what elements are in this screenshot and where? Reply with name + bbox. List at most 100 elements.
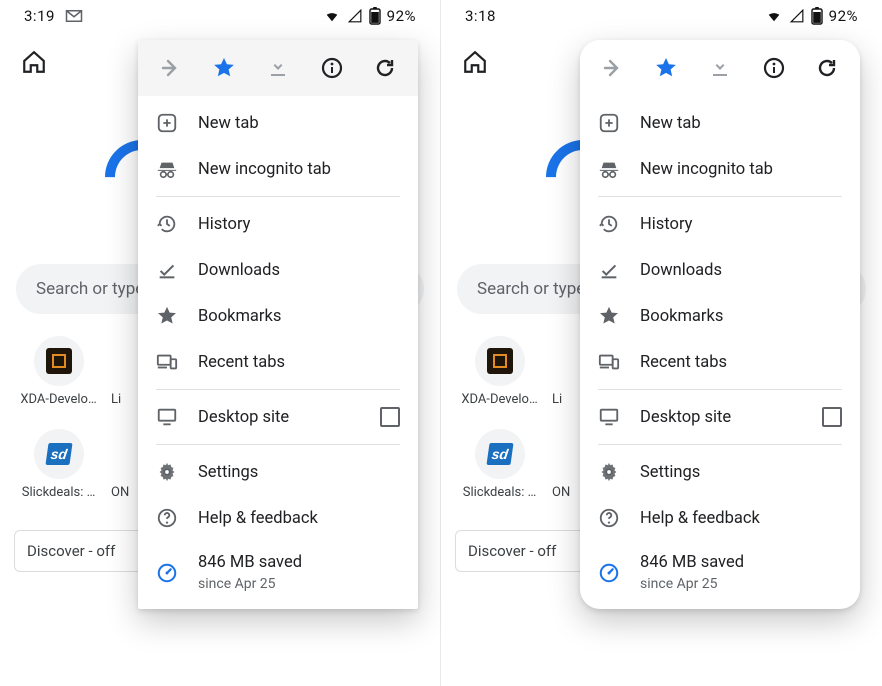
menu-item-help[interactable]: Help & feedback [580,495,860,541]
shortcut-favicon: sd [475,429,525,479]
gauge-blue-icon [598,562,620,584]
menu-item-downloads[interactable]: Downloads [138,247,418,293]
menu-item-label: Desktop site [198,408,360,427]
overflow-menu: New tabNew incognito tab History Downloads… [138,40,418,609]
menu-item-recent-tabs[interactable]: Recent tabs [580,339,860,385]
menu-item-incognito[interactable]: New incognito tab [580,146,860,192]
menu-item-label: Downloads [640,261,842,280]
home-button[interactable] [16,44,52,80]
menu-item-settings[interactable]: Settings [580,449,860,495]
bookmark-star-button[interactable] [202,46,246,90]
download-button[interactable] [256,46,300,90]
menu-item-settings[interactable]: Settings [138,449,418,495]
signal-icon [347,9,363,23]
status-bar: 3:1992% [0,0,440,32]
desktop-site-checkbox[interactable] [380,407,400,427]
shortcut-favicon [34,336,84,386]
shortcut-trail-label: Li [552,392,562,407]
star-solid-icon [598,305,620,327]
menu-item-label: New tab [640,114,842,133]
menu-item-label: Bookmarks [640,307,842,326]
menu-item-label: 846 MB savedsince Apr 25 [198,553,400,593]
arrow-forward-icon [159,56,183,80]
shortcut-item[interactable]: sdSlickdeals: … [457,429,542,500]
bookmark-star-button[interactable] [644,46,688,90]
menu-item-label: Recent tabs [640,353,842,372]
battery-icon [811,7,823,25]
menu-item-new-tab[interactable]: New tab [138,100,418,146]
shortcut-trail-label: Li [111,392,121,407]
menu-divider [598,389,842,390]
page-info-button[interactable] [752,46,796,90]
download-done-icon [598,259,620,281]
download-button[interactable] [698,46,742,90]
menu-item-label: Settings [640,463,842,482]
signal-icon [789,9,805,23]
battery-percent: 92% [829,7,858,25]
info-icon [320,56,344,80]
plus-box-icon [156,112,178,134]
menu-item-history[interactable]: History [580,201,860,247]
monitor-icon [156,406,178,428]
forward-button[interactable] [591,46,635,90]
shortcut-favicon [475,336,525,386]
menu-item-label: History [198,215,400,234]
star-icon [654,56,678,80]
menu-item-label: Help & feedback [198,509,400,528]
discover-toggle[interactable]: Discover - off [14,530,144,572]
wifi-icon [765,9,783,23]
menu-item-desktop-site[interactable]: Desktop site [580,394,860,440]
shortcut-label: XDA-Develo… [20,392,96,407]
shortcut-trail-label: ON [111,485,129,500]
shortcut-item[interactable]: XDA-Develo… [457,336,542,407]
menu-item-recent-tabs[interactable]: Recent tabs [138,339,418,385]
menu-item-label: Settings [198,463,400,482]
refresh-button[interactable] [363,46,407,90]
devices-icon [156,351,178,373]
menu-item-data-saver[interactable]: 846 MB savedsince Apr 25 [138,541,418,605]
shortcut-trail-label: ON [552,485,570,500]
menu-item-label: Bookmarks [198,307,400,326]
refresh-button[interactable] [805,46,849,90]
shortcut-item[interactable]: sdSlickdeals: … [16,429,101,500]
gauge-blue-icon [156,562,178,584]
page-info-button[interactable] [310,46,354,90]
gmail-notif-icon [65,9,83,23]
battery-icon [369,7,381,25]
menu-item-incognito[interactable]: New incognito tab [138,146,418,192]
menu-item-data-saver[interactable]: 846 MB savedsince Apr 25 [580,541,860,605]
discover-toggle[interactable]: Discover - off [455,530,585,572]
menu-item-bookmarks[interactable]: Bookmarks [138,293,418,339]
wifi-icon [323,9,341,23]
info-icon [762,56,786,80]
home-button[interactable] [457,44,493,80]
download-done-icon [156,259,178,281]
shortcut-label: XDA-Develo… [461,392,537,407]
history-icon [598,213,620,235]
help-icon [598,507,620,529]
menu-item-new-tab[interactable]: New tab [580,100,860,146]
menu-item-label: 846 MB savedsince Apr 25 [640,553,842,593]
help-icon [156,507,178,529]
refresh-icon [815,56,839,80]
menu-item-desktop-site[interactable]: Desktop site [138,394,418,440]
refresh-icon [373,56,397,80]
menu-item-downloads[interactable]: Downloads [580,247,860,293]
menu-item-bookmarks[interactable]: Bookmarks [580,293,860,339]
shortcut-item[interactable]: XDA-Develo… [16,336,101,407]
menu-item-history[interactable]: History [138,201,418,247]
menu-divider [156,444,400,445]
star-icon [212,56,236,80]
menu-item-label: History [640,215,842,234]
desktop-site-checkbox[interactable] [822,407,842,427]
status-time: 3:19 [24,7,55,25]
overflow-menu: New tab New incognito tab History Downloads… [580,40,860,609]
menu-divider [598,196,842,197]
shortcut-favicon: sd [34,429,84,479]
download-icon [266,56,290,80]
devices-icon [598,351,620,373]
gear-icon [598,461,620,483]
forward-button[interactable] [149,46,193,90]
search-placeholder: Search or type… [477,279,597,299]
menu-item-help[interactable]: Help & feedback [138,495,418,541]
